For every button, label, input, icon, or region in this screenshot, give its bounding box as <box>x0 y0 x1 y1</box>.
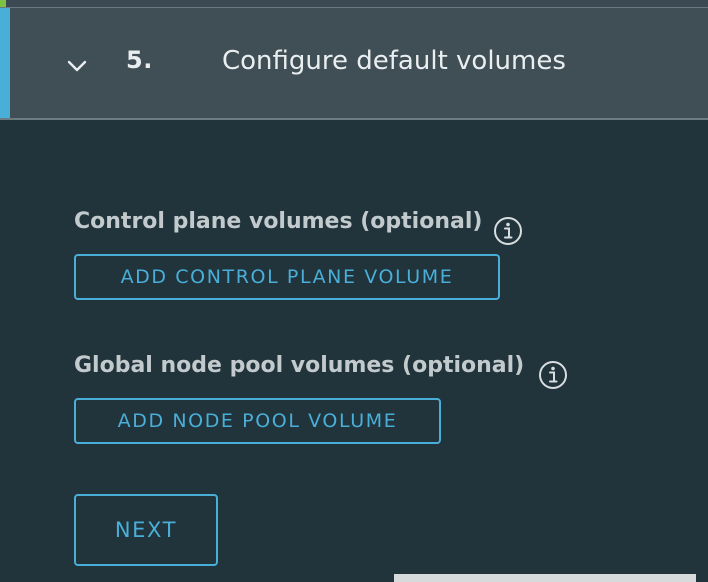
info-icon[interactable] <box>493 216 523 246</box>
previous-step-status-bar <box>0 0 6 7</box>
step-title: Configure default volumes <box>222 46 566 76</box>
next-button[interactable]: NEXT <box>74 494 218 566</box>
node-pool-volumes-label: Global node pool volumes (optional) <box>74 353 525 378</box>
previous-step-edge <box>0 0 708 8</box>
wizard-page: 5. Configure default volumes Control pla… <box>0 0 708 582</box>
step-header[interactable]: 5. Configure default volumes <box>0 8 708 120</box>
add-control-plane-volume-button[interactable]: ADD CONTROL PLANE VOLUME <box>74 254 500 300</box>
info-icon[interactable] <box>538 360 568 390</box>
step-number: 5. <box>126 46 153 74</box>
chevron-down-icon[interactable] <box>66 55 88 77</box>
add-node-pool-volume-button[interactable]: ADD NODE POOL VOLUME <box>74 398 441 444</box>
horizontal-scrollbar[interactable] <box>394 574 696 582</box>
control-plane-volumes-label: Control plane volumes (optional) <box>74 209 483 234</box>
active-step-indicator <box>0 8 10 118</box>
